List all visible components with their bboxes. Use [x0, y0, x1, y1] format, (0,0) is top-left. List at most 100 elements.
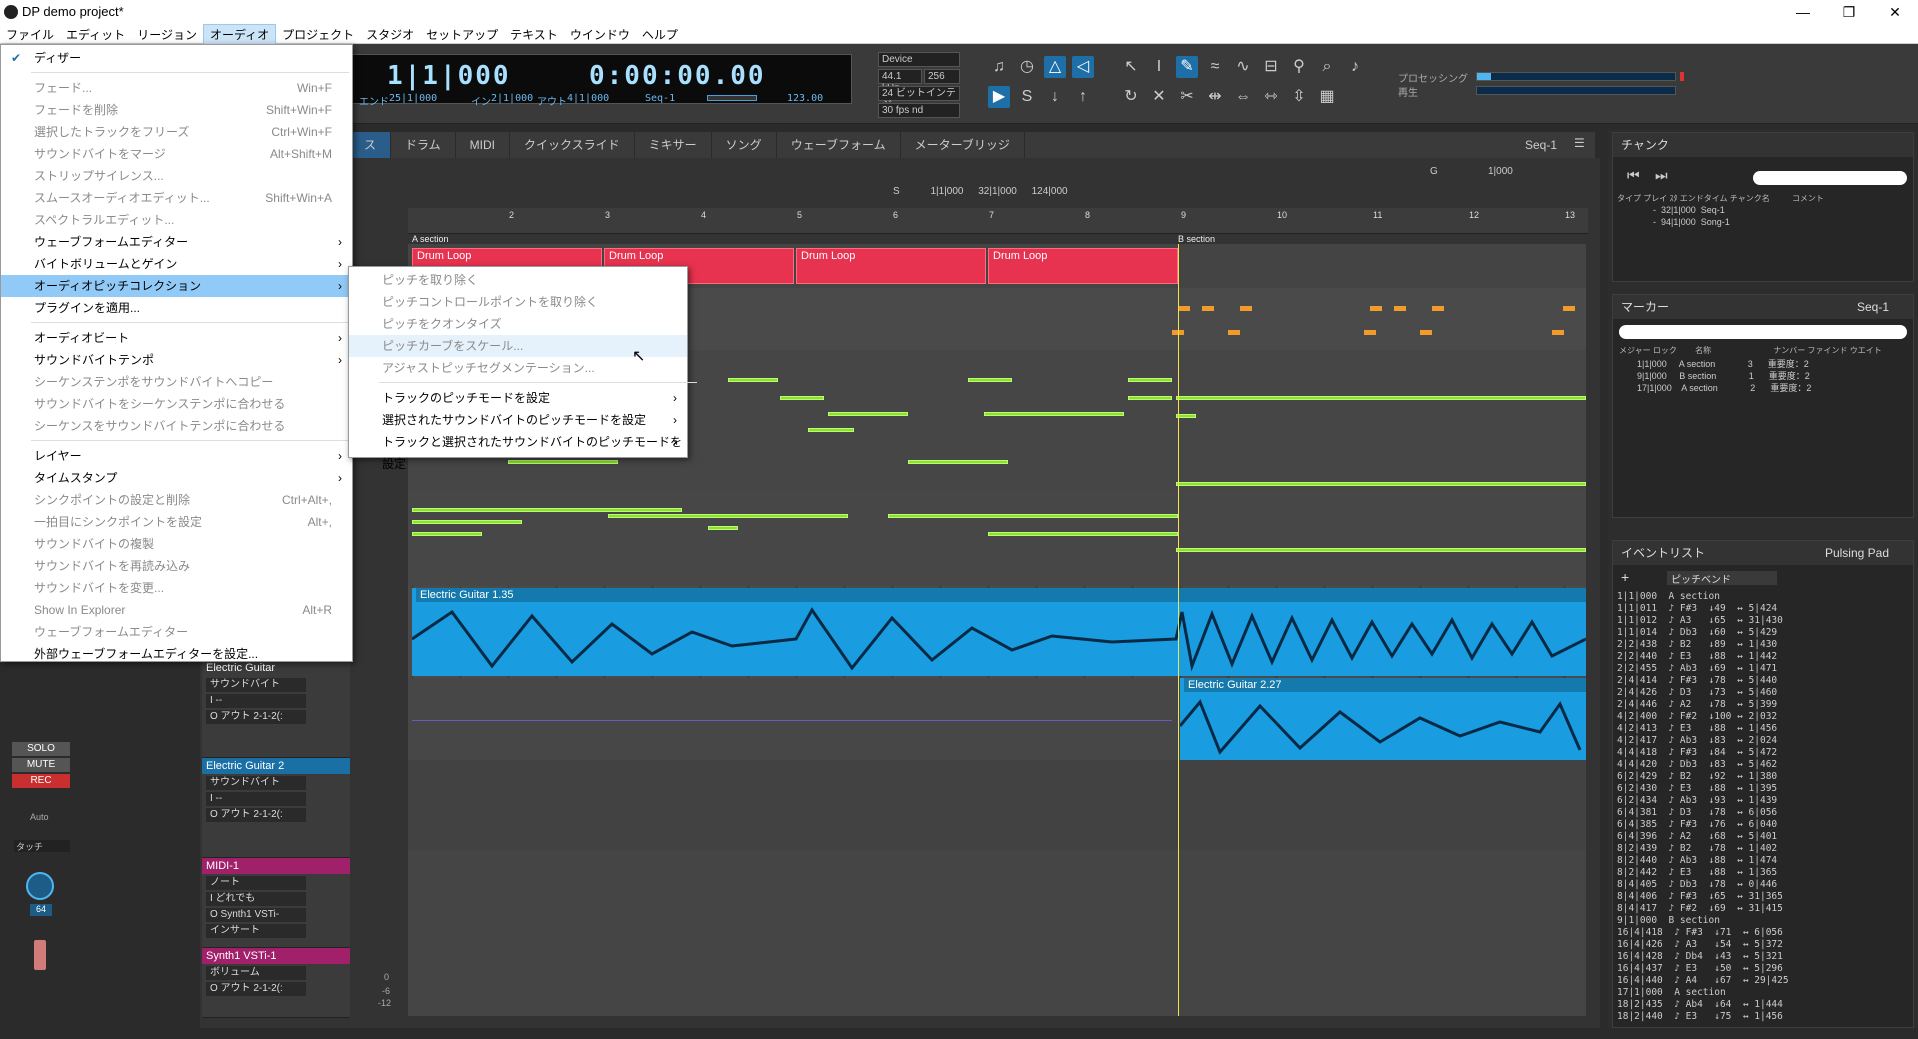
event-filter[interactable]: ピッチベンド: [1667, 571, 1777, 586]
audio-menu-item[interactable]: サウンドバイトをマージ Alt+Shift+M: [1, 143, 352, 165]
sample-rate[interactable]: 44.1 kHz: [878, 69, 922, 94]
event-row[interactable]: 16|4|428 ♪ Db4 ↓43 ↔ 5|321: [1617, 951, 1783, 963]
frame-rate[interactable]: 30 fps nd: [878, 103, 960, 118]
audio-menu-item[interactable]: Show In Explorer Alt+R: [1, 599, 352, 621]
sync-icon[interactable]: S: [1016, 86, 1038, 108]
track-mode[interactable]: サウンドバイト: [206, 678, 306, 692]
audio-menu-item[interactable]: 一拍目にシンクポイントを設定 Alt+,: [1, 511, 352, 533]
audio-menu-item[interactable]: ウェーブフォームエディター: [1, 621, 352, 643]
audio-menu-item[interactable]: オーディオビート ›: [1, 327, 352, 349]
track-input[interactable]: I --: [206, 694, 306, 708]
chunk-row[interactable]: - 94|1|000 Song-1: [1653, 217, 1730, 227]
audio-menu-item[interactable]: サウンドバイトを変更...: [1, 577, 352, 599]
audio-menu-item[interactable]: スムースオーディオエディット... Shift+Win+A: [1, 187, 352, 209]
drum-clip[interactable]: Drum Loop: [796, 248, 986, 284]
trim-tool-icon[interactable]: ⇿: [1260, 86, 1282, 108]
pitch-submenu-item[interactable]: トラックと選択されたサウンドバイトのピッチモードを設定 ›: [349, 431, 687, 471]
event-row[interactable]: 1|1|000 A section: [1617, 591, 1720, 603]
loop-tool-icon[interactable]: ↻: [1120, 86, 1142, 108]
metronome-icon[interactable]: △: [1044, 56, 1066, 78]
menu-edit[interactable]: エディット: [60, 25, 131, 45]
track-header-midi1[interactable]: MIDI-1 ノート I どれでも O Synth1 VSTi- インサート: [202, 858, 350, 948]
hamburger-icon[interactable]: ☰: [1574, 136, 1585, 150]
audio-menu-item[interactable]: フェード... Win+F: [1, 77, 352, 99]
maximize-button[interactable]: ❐: [1826, 0, 1872, 24]
scissors-tool-icon[interactable]: ✂: [1176, 86, 1198, 108]
marker-a-section[interactable]: A section: [412, 234, 449, 244]
pan-value[interactable]: 64: [30, 904, 52, 916]
buffer-size[interactable]: 256: [924, 69, 960, 84]
midi-velocity-lane[interactable]: [408, 490, 1586, 586]
audio-menu-item[interactable]: フェードを削除 Shift+Win+F: [1, 99, 352, 121]
menu-project[interactable]: プロジェクト: [276, 25, 360, 45]
menu-setup[interactable]: セットアップ: [420, 25, 504, 45]
audio-menu-item[interactable]: バイトボリュームとゲイン ›: [1, 253, 352, 275]
wave-tool-icon[interactable]: ∿: [1232, 56, 1254, 78]
event-row[interactable]: 2|2|455 ♪ Ab3 ↓69 ↔ 1|471: [1617, 663, 1777, 675]
marker-row[interactable]: 17|1|000 A section 2 重要度：2: [1637, 381, 1811, 394]
lock-tool-icon[interactable]: ⚲: [1288, 56, 1310, 78]
menu-window[interactable]: ウインドウ: [564, 25, 636, 45]
tab-quickslide[interactable]: クイックスライド: [510, 132, 635, 158]
tab-drums[interactable]: ドラム: [391, 132, 456, 158]
loc-end[interactable]: 32|1|000: [978, 186, 1017, 197]
loc-s[interactable]: S: [893, 186, 900, 197]
in-value[interactable]: 2|1|000: [491, 93, 533, 104]
end-value[interactable]: 25|1|000: [389, 93, 437, 104]
minimize-button[interactable]: —: [1780, 0, 1826, 24]
event-row[interactable]: 8|2|440 ♪ Ab3 ↓88 ↔ 1|474: [1617, 855, 1777, 867]
pencil-tool-icon[interactable]: ✎: [1176, 56, 1198, 78]
menu-help[interactable]: ヘルプ: [636, 25, 684, 45]
next-icon[interactable]: ⏭: [1655, 167, 1668, 184]
event-row[interactable]: 6|4|385 ♪ F#3 ↓76 ↔ 6|040: [1617, 819, 1777, 831]
track-input[interactable]: I --: [206, 792, 306, 806]
event-row[interactable]: 1|1|012 ♪ A3 ↓65 ↔ 31|430: [1617, 615, 1783, 627]
grid-label[interactable]: G: [1430, 166, 1438, 177]
markers-seq[interactable]: Seq-1: [1857, 295, 1889, 319]
add-event-icon[interactable]: +: [1621, 569, 1629, 585]
event-row[interactable]: 6|4|381 ♪ D3 ↓78 ↔ 6|056: [1617, 807, 1777, 819]
mute-button[interactable]: MUTE: [12, 758, 70, 772]
pitch-submenu-item[interactable]: ピッチコントロールポイントを取り除く: [349, 291, 687, 313]
event-row[interactable]: 2|4|446 ♪ A2 ↓78 ↔ 5|399: [1617, 699, 1777, 711]
event-row[interactable]: 4|2|400 ♪ F#2 ↓100 ↔ 2|032: [1617, 711, 1777, 723]
up-arrow-icon[interactable]: ↑: [1072, 86, 1094, 108]
device-select[interactable]: Device: [878, 52, 960, 67]
track-mode[interactable]: ノート: [206, 876, 306, 890]
zoom-tool-icon[interactable]: ⌕: [1316, 56, 1338, 78]
event-row[interactable]: 4|4|418 ♪ F#3 ↓84 ↔ 5|472: [1617, 747, 1777, 759]
event-row[interactable]: 18|2|440 ♪ E3 ↓75 ↔ 1|456: [1617, 1011, 1783, 1023]
event-row[interactable]: 8|2|442 ♪ E3 ↓88 ↔ 1|365: [1617, 867, 1777, 879]
event-row[interactable]: 6|2|430 ♪ E3 ↓88 ↔ 1|395: [1617, 783, 1777, 795]
clock-icon[interactable]: ◷: [1016, 56, 1038, 78]
event-row[interactable]: 16|4|440 ♪ A4 ↓67 ↔ 29|425: [1617, 975, 1789, 987]
track-header-synth1[interactable]: Synth1 VSTi-1 ボリューム O アウト 2-1-2(:: [202, 948, 350, 1018]
reshape-tool-icon[interactable]: ≈: [1204, 56, 1226, 78]
stretch-tool-icon[interactable]: ⇳: [1288, 86, 1310, 108]
close-button[interactable]: ✕: [1872, 0, 1918, 24]
line-tool-icon[interactable]: ⊟: [1260, 56, 1282, 78]
loc-start[interactable]: 1|1|000: [930, 186, 963, 197]
automation-mode[interactable]: タッチ: [14, 840, 70, 852]
audio-menu-item[interactable]: ディザー ✔: [1, 47, 352, 69]
audio-clip-eg2[interactable]: Electric Guitar 2.27: [1180, 678, 1586, 760]
track-header-eg1[interactable]: Electric Guitar サウンドバイト I -- O アウト 2-1-2…: [202, 660, 350, 758]
tab-tracks[interactable]: ス: [350, 132, 392, 158]
grid-value[interactable]: 1|000: [1488, 166, 1513, 177]
event-row[interactable]: 1|1|011 ♪ F#3 ↓49 ↔ 5|424: [1617, 603, 1777, 615]
pitch-submenu-item[interactable]: ピッチをクオンタイズ: [349, 313, 687, 335]
track-output[interactable]: O Synth1 VSTi-: [206, 908, 306, 922]
menu-file[interactable]: ファイル: [0, 25, 60, 45]
main-counter[interactable]: 1|1|000 0:00:00.00 エンド 25|1|000 イン 2|1|0…: [352, 54, 852, 108]
tempo-slider[interactable]: [707, 95, 757, 101]
pitch-submenu-item[interactable]: トラックのピッチモードを設定 ›: [349, 387, 687, 409]
tab-midi[interactable]: MIDI: [456, 132, 510, 158]
erase-tool-icon[interactable]: ✕: [1148, 86, 1170, 108]
split-tool-icon[interactable]: ⇹: [1204, 86, 1226, 108]
event-row[interactable]: 9|1|000 B section: [1617, 915, 1720, 927]
timeline-ruler[interactable]: 2 3 4 5 6 7 8 9 10 11 12 13 A section B …: [408, 208, 1588, 244]
event-row[interactable]: 6|4|396 ♪ A2 ↓68 ↔ 5|401: [1617, 831, 1777, 843]
chunk-row[interactable]: - 32|1|000 Seq-1: [1653, 205, 1725, 215]
chunks-search[interactable]: [1753, 171, 1907, 185]
audio-menu-item[interactable]: シーケンステンポをサウンドバイトへコピー: [1, 371, 352, 393]
